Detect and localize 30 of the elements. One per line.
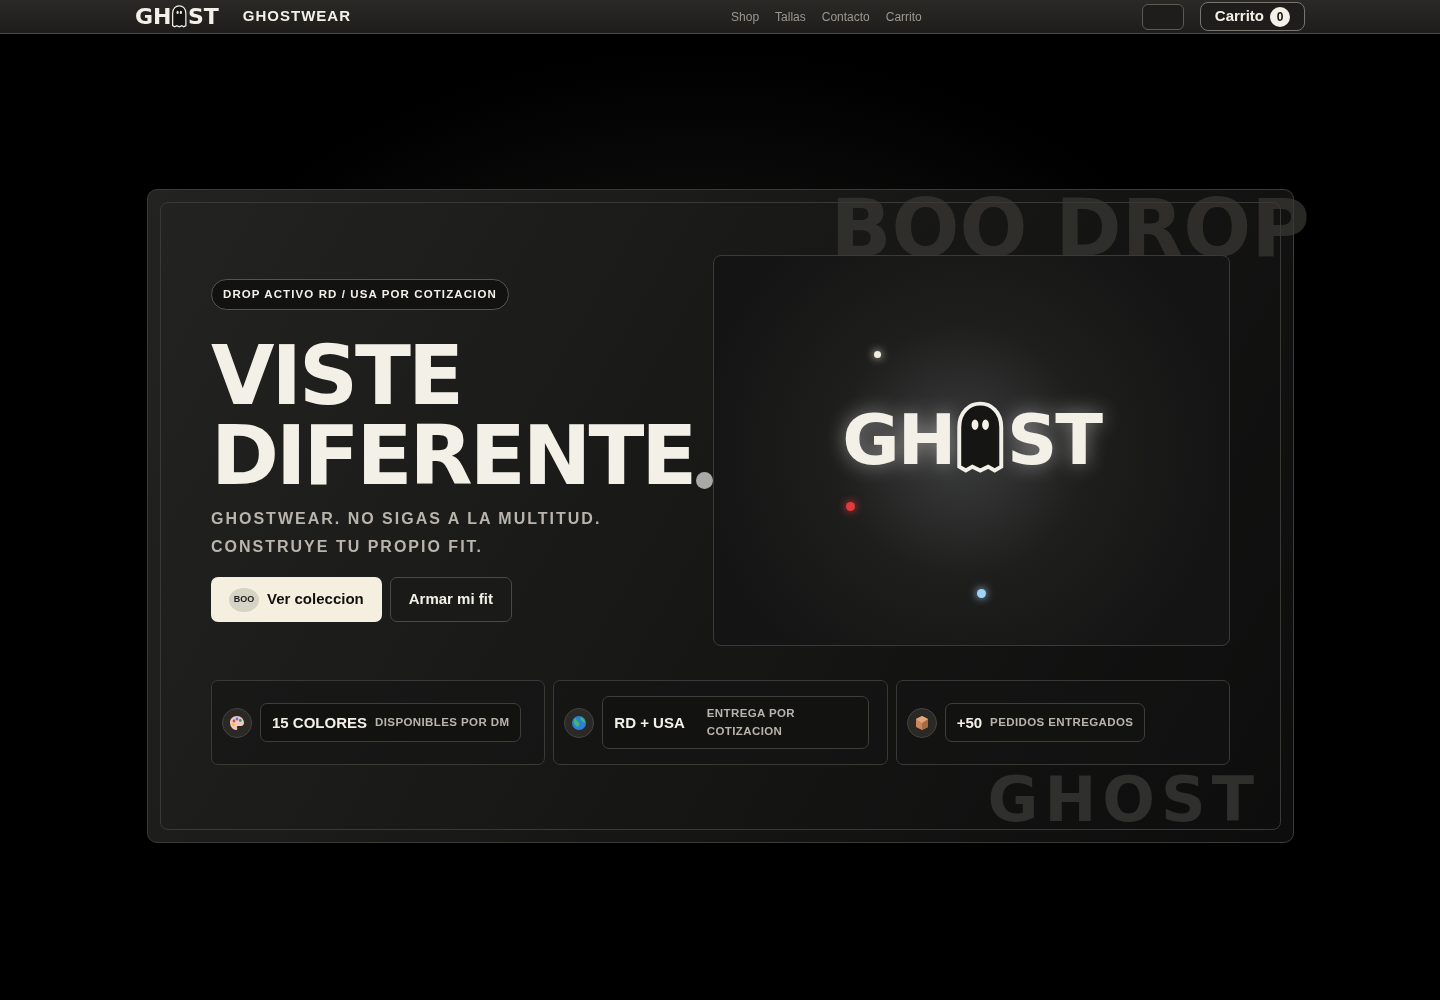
stat-value: 15 COLORES bbox=[272, 713, 368, 733]
hero-title: VISTE bbox=[211, 336, 461, 416]
stat-label: PEDIDOS ENTREGADOS bbox=[990, 714, 1134, 730]
ghost-logo: GH ST bbox=[842, 401, 1102, 475]
nav-link[interactable]: Tallas bbox=[775, 7, 806, 26]
hero-subtitle: GHOSTWEAR. NO SIGAS A LA MULTITUD. CONSTRUYE TU PROPIO FIT. bbox=[211, 509, 603, 558]
nav-link[interactable]: Carrito bbox=[885, 7, 922, 26]
particle-dot bbox=[846, 502, 856, 511]
stat-value: RD + USA bbox=[614, 713, 685, 733]
box-icon bbox=[913, 714, 930, 731]
cart-button[interactable]: Carrito 0 bbox=[1199, 2, 1305, 31]
nav-link[interactable]: Contacto bbox=[821, 7, 870, 26]
stat-label: ENTREGA POR COTIZACION bbox=[706, 706, 797, 739]
status-badge: DROP ACTIVO RD / USA POR COTIZACION bbox=[211, 279, 509, 311]
header-button[interactable] bbox=[1141, 3, 1184, 30]
build-fit-button[interactable]: Armar mi fit bbox=[389, 577, 512, 622]
brand-name: GHOSTWEAR bbox=[242, 6, 351, 27]
logo: GH ST bbox=[135, 4, 219, 29]
hero-title: DIFERENTE bbox=[211, 415, 695, 496]
dot-icon bbox=[696, 472, 714, 490]
globe-icon bbox=[571, 714, 588, 731]
view-collection-button[interactable]: BOO Ver coleccion bbox=[211, 577, 382, 622]
palette-icon bbox=[229, 714, 245, 731]
particle-dot bbox=[874, 351, 882, 358]
button-tag: BOO bbox=[229, 587, 259, 612]
cart-count: 0 bbox=[1270, 7, 1290, 28]
particle-dot bbox=[977, 589, 987, 598]
stat-label: DISPONIBLES POR DM bbox=[375, 714, 510, 730]
stat-value: +50 bbox=[956, 713, 983, 733]
nav-link[interactable]: Shop bbox=[731, 7, 760, 26]
